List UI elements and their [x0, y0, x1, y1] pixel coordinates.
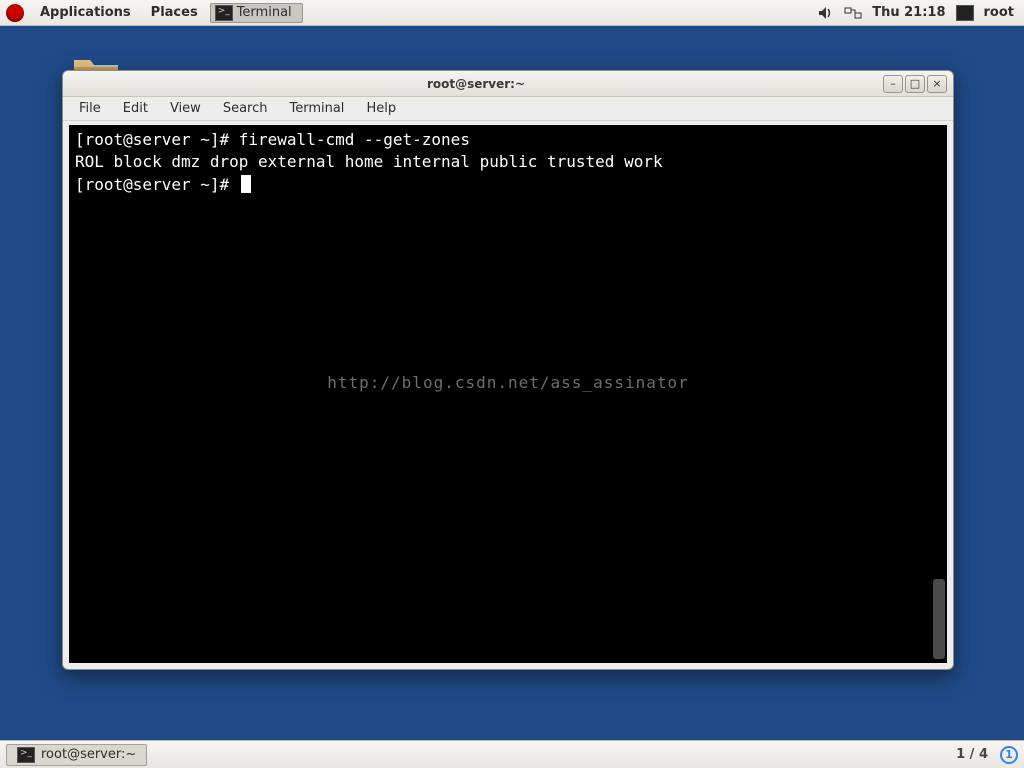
close-button[interactable]: ×: [927, 75, 947, 93]
terminal-cursor: [241, 175, 251, 193]
window-menubar: File Edit View Search Terminal Help: [63, 97, 953, 121]
menu-file[interactable]: File: [69, 99, 111, 118]
minimize-button[interactable]: –: [883, 75, 903, 93]
user-menu[interactable]: root: [984, 5, 1015, 20]
bottom-panel: root@server:~ 1 / 4 1: [0, 740, 1024, 768]
workspace-switcher-icon[interactable]: 1: [1000, 746, 1018, 764]
terminal-icon: [17, 747, 35, 763]
terminal-line: [root@server ~]# firewall-cmd --get-zone…: [75, 129, 941, 151]
terminal-window: root@server:~ – □ × File Edit View Searc…: [62, 70, 954, 670]
clock[interactable]: Thu 21:18: [872, 5, 945, 20]
terminal-line: [root@server ~]#: [75, 174, 941, 196]
taskbar-window-label: root@server:~: [41, 747, 136, 762]
terminal-icon: [215, 5, 233, 21]
terminal-scrollbar[interactable]: [933, 127, 945, 661]
menu-help[interactable]: Help: [356, 99, 406, 118]
window-titlebar[interactable]: root@server:~ – □ ×: [63, 71, 953, 97]
menu-view[interactable]: View: [160, 99, 211, 118]
distro-logo-icon: [6, 4, 24, 22]
places-menu[interactable]: Places: [143, 3, 206, 22]
taskbar-terminal-button[interactable]: Terminal: [210, 3, 303, 23]
window-controls: – □ ×: [883, 75, 947, 93]
menu-search[interactable]: Search: [213, 99, 278, 118]
system-tray: Thu 21:18 root: [818, 5, 1018, 21]
maximize-button[interactable]: □: [905, 75, 925, 93]
menu-terminal[interactable]: Terminal: [279, 99, 354, 118]
menu-edit[interactable]: Edit: [113, 99, 158, 118]
terminal-viewport[interactable]: [root@server ~]# firewall-cmd --get-zone…: [69, 125, 947, 663]
volume-icon[interactable]: [818, 6, 834, 20]
top-panel: Applications Places Terminal Thu 21:18 r…: [0, 0, 1024, 26]
taskbar-window-button[interactable]: root@server:~: [6, 744, 147, 766]
scrollbar-thumb[interactable]: [933, 579, 945, 659]
applications-menu[interactable]: Applications: [32, 3, 139, 22]
workspace-indicator[interactable]: 1 / 4: [956, 747, 988, 762]
network-icon[interactable]: [844, 6, 862, 20]
window-title: root@server:~: [69, 77, 883, 91]
taskbar-terminal-label: Terminal: [237, 5, 292, 20]
notification-icon[interactable]: [956, 5, 974, 21]
watermark-text: http://blog.csdn.net/ass_assinator: [327, 372, 689, 394]
terminal-line: ROL block dmz drop external home interna…: [75, 151, 941, 173]
